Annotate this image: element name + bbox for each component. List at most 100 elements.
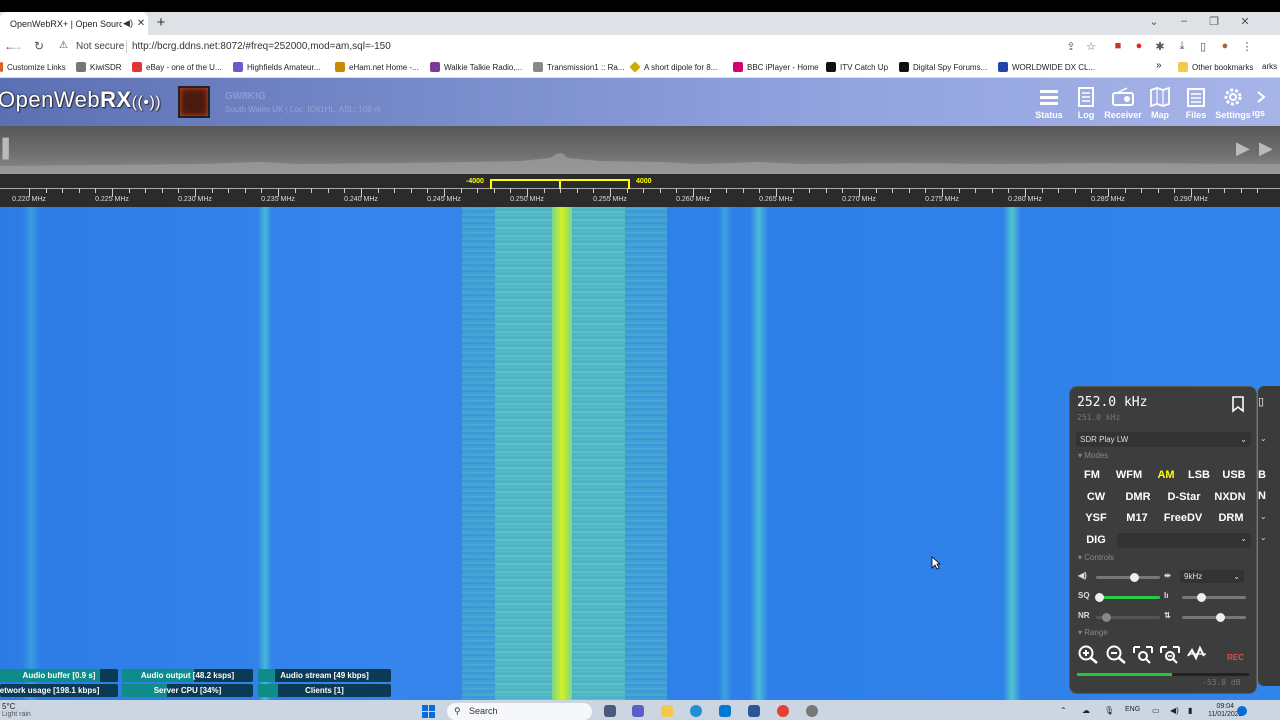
weather-temperature[interactable]: 5°C <box>2 702 15 711</box>
frequency-display[interactable]: 252.0 kHz <box>1077 395 1147 410</box>
bookmark-item[interactable]: Customize Links <box>0 62 66 72</box>
play-icon[interactable]: ▶ <box>1236 138 1250 159</box>
close-tab-icon[interactable]: ✕ <box>134 18 148 29</box>
scroll-left-icon[interactable]: ▐ <box>0 138 9 159</box>
notification-icon[interactable] <box>1237 706 1247 716</box>
agc-knob[interactable] <box>1197 593 1207 602</box>
status-button[interactable]: Status <box>1029 86 1069 120</box>
bookmark-item[interactable]: WORLDWIDE DX CL... <box>998 62 1095 72</box>
nr-knob[interactable] <box>1101 613 1111 622</box>
mode-wfm-button[interactable]: WFM <box>1110 467 1148 483</box>
bookmark-item[interactable]: A short dipole for 8... <box>629 61 717 73</box>
profile-avatar[interactable]: ● <box>1217 40 1233 52</box>
battery-icon[interactable]: ▮ <box>1188 706 1192 715</box>
mode-dmr-button[interactable]: DMR <box>1122 489 1154 505</box>
settings-button[interactable]: Settings <box>1213 86 1253 120</box>
network-icon[interactable]: ▭ <box>1152 706 1160 715</box>
mode-drm-button[interactable]: DRM <box>1213 510 1249 526</box>
mode-lsb-button[interactable]: LSB <box>1184 467 1214 483</box>
mode-dig-button[interactable]: DIG <box>1082 532 1110 548</box>
bandwidth-select[interactable]: 9kHz ⌄ <box>1180 570 1244 583</box>
minimize-icon[interactable]: – <box>1174 15 1194 27</box>
bookmark-item[interactable]: Highfields Amateur... <box>233 62 320 72</box>
forward-icon[interactable]: → <box>10 39 24 53</box>
spectrum-display[interactable]: ▐ ▶ ▶ <box>0 126 1280 174</box>
volume-icon[interactable]: ◀) <box>1078 571 1087 580</box>
extension-record-icon[interactable]: ■ <box>1110 40 1126 52</box>
tray-overflow-icon[interactable]: ⌃ <box>1060 706 1067 715</box>
mode-dstar-button[interactable]: D-Star <box>1162 489 1206 505</box>
download-icon[interactable]: ⤓ <box>1174 40 1190 53</box>
openwebrx-logo[interactable]: OpenWebRX((•)) <box>0 87 161 113</box>
balance-knob[interactable] <box>1216 613 1226 622</box>
mode-usb-button[interactable]: USB <box>1219 467 1249 483</box>
zoom-in-icon[interactable] <box>1077 644 1099 664</box>
volume-knob[interactable] <box>1130 573 1140 582</box>
windows-start-icon[interactable] <box>422 705 435 718</box>
squelch-knob[interactable] <box>1095 593 1105 602</box>
volume-tray-icon[interactable]: ◀) <box>1170 706 1179 715</box>
zoom-out-icon[interactable] <box>1105 644 1127 664</box>
bookmark-item[interactable]: ITV Catch Up <box>826 62 888 72</box>
bookmark-item[interactable]: Transmission1 :: Ra... <box>533 62 625 72</box>
zoom-band-icon[interactable] <box>1132 644 1154 664</box>
volume-slider[interactable] <box>1096 573 1160 582</box>
bookmark-item[interactable]: KiwiSDR <box>76 62 122 72</box>
warning-icon[interactable]: ⚠ <box>59 40 68 51</box>
url-field[interactable]: http://bcrg.ddns.net:8072/#freq=252000,m… <box>132 41 391 52</box>
microphone-icon[interactable]: 🎙 <box>1104 706 1114 715</box>
file-explorer-icon[interactable] <box>661 705 673 717</box>
star-icon[interactable]: ☆ <box>1083 40 1099 53</box>
extensions-icon[interactable]: ✱ <box>1152 40 1168 53</box>
reload-icon[interactable]: ↻ <box>32 39 46 53</box>
store-icon[interactable] <box>748 705 760 717</box>
close-window-icon[interactable]: ✕ <box>1235 15 1255 28</box>
taskbar-search[interactable]: ⚲ Search <box>447 703 592 720</box>
files-button[interactable]: Files <box>1176 86 1216 120</box>
new-tab-button[interactable]: + <box>154 14 168 31</box>
profile-select[interactable]: SDR Play LW ⌄ <box>1076 432 1251 447</box>
balance-slider[interactable] <box>1182 613 1246 622</box>
teams-icon[interactable] <box>632 705 644 717</box>
map-button[interactable]: Map <box>1140 86 1180 120</box>
mode-am-button[interactable]: AM <box>1153 467 1179 483</box>
controls-heading[interactable]: ▾ Controls <box>1078 553 1114 562</box>
browser-tab[interactable]: OpenWebRX+ | Open Source ◀) ✕ <box>0 12 148 35</box>
language-indicator[interactable]: ENG <box>1125 706 1140 713</box>
task-view-icon[interactable] <box>604 705 616 717</box>
mode-button-clipped[interactable]: B <box>1258 469 1266 481</box>
bookmark-item[interactable]: eHam.net Home -... <box>335 62 419 72</box>
not-secure-label[interactable]: Not secure <box>76 41 124 52</box>
speaker-icon[interactable]: ◀) <box>122 18 134 29</box>
menu-icon[interactable]: ⋮ <box>1239 40 1255 53</box>
more-bookmarks-icon[interactable]: » <box>1156 60 1162 71</box>
recording-app-icon[interactable] <box>806 705 818 717</box>
mode-m17-button[interactable]: M17 <box>1122 510 1152 526</box>
mode-freedv-button[interactable]: FreeDV <box>1160 510 1206 526</box>
log-button[interactable]: Log <box>1066 86 1106 120</box>
receiver-avatar[interactable] <box>178 86 210 118</box>
frequency-scale[interactable]: -4000 4000 0.220 MHz 0.225 MHz 0.230 MHz 0.… <box>0 174 1280 207</box>
modes-heading[interactable]: ▾ Modes <box>1078 451 1108 460</box>
digital-mode-select[interactable]: ⌄ <box>1117 533 1251 548</box>
edge-icon[interactable] <box>690 705 702 717</box>
sidepanel-icon[interactable]: ▯ <box>1195 40 1211 53</box>
squelch-slider[interactable] <box>1095 593 1160 602</box>
cloud-icon[interactable]: ☁ <box>1082 706 1090 715</box>
mode-cw-button[interactable]: CW <box>1083 489 1109 505</box>
restore-icon[interactable]: ❐ <box>1204 15 1224 28</box>
receiver-button[interactable]: Receiver <box>1103 86 1143 120</box>
agc-slider[interactable] <box>1182 593 1246 602</box>
mail-icon[interactable] <box>719 705 731 717</box>
range-heading[interactable]: ▾ Range <box>1078 628 1108 637</box>
mode-fm-button[interactable]: FM <box>1080 467 1104 483</box>
nr-slider[interactable] <box>1096 613 1160 622</box>
play-icon-2[interactable]: ▶ <box>1259 138 1273 159</box>
mode-ysf-button[interactable]: YSF <box>1082 510 1110 526</box>
record-button[interactable]: REC <box>1227 653 1244 662</box>
bookmark-icon[interactable] <box>1230 395 1246 413</box>
opera-icon[interactable]: ● <box>1131 40 1147 52</box>
bookmark-item[interactable]: BBC iPlayer - Home <box>733 62 819 72</box>
bookmark-item[interactable]: eBay - one of the U... <box>132 62 222 72</box>
zoom-fit-icon[interactable] <box>1159 644 1181 664</box>
